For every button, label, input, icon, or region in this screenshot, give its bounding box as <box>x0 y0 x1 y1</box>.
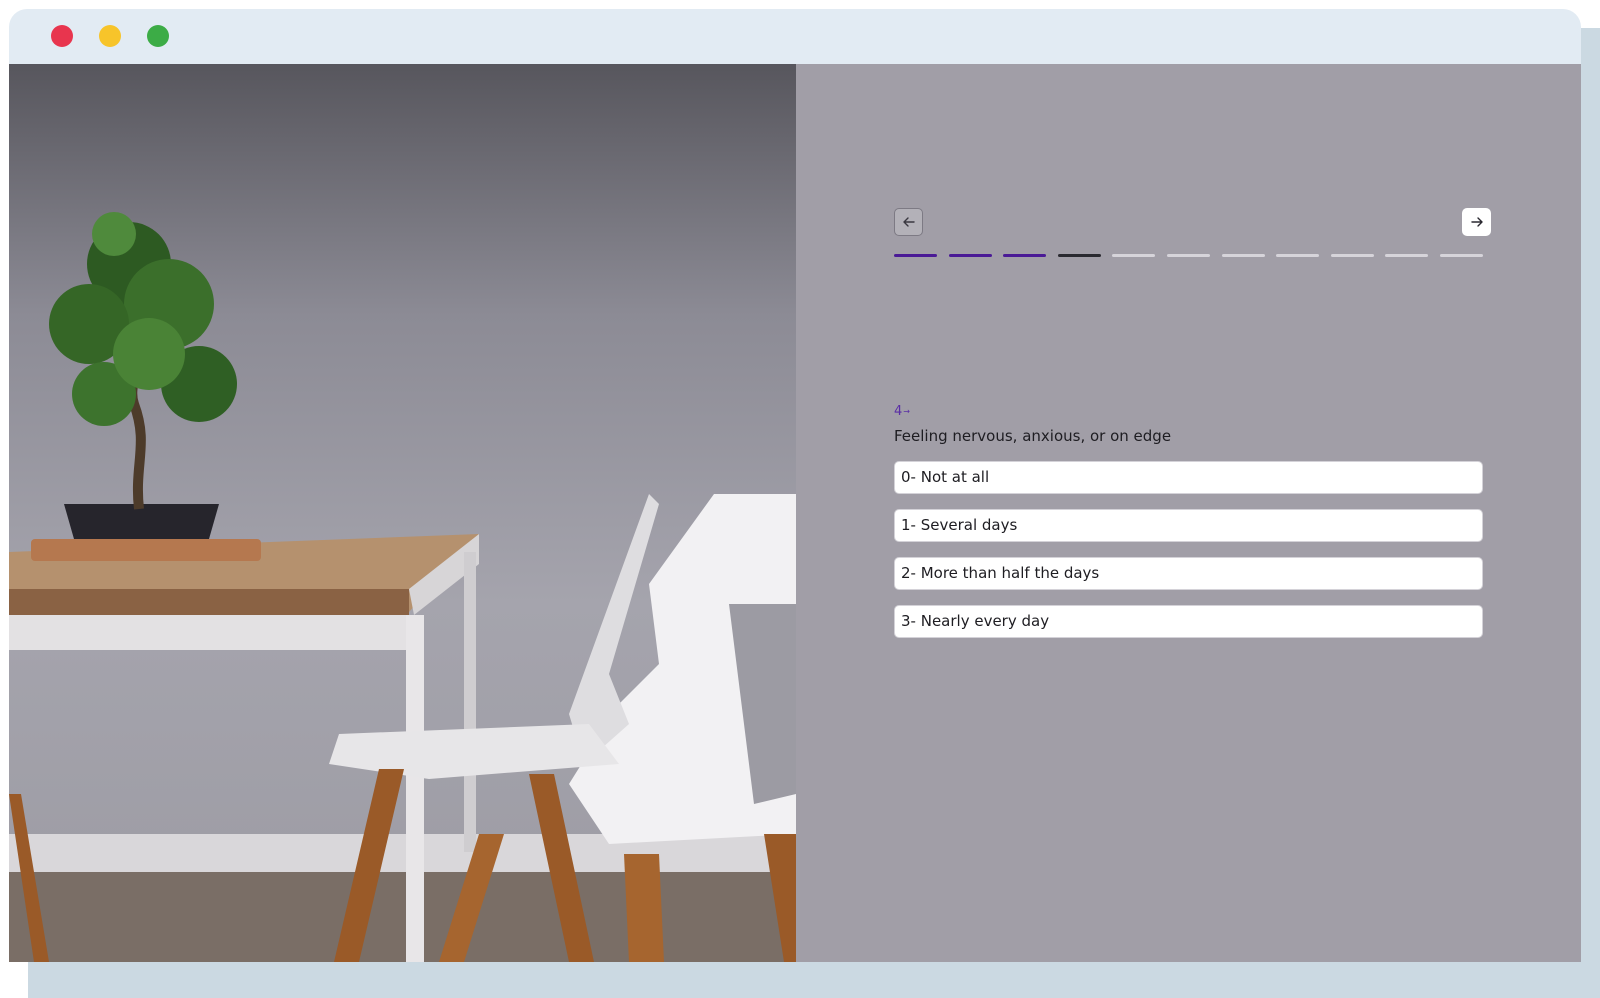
answer-option[interactable]: 3- Nearly every day <box>894 605 1483 638</box>
close-dot[interactable] <box>51 25 73 47</box>
answer-option[interactable]: 2- More than half the days <box>894 557 1483 590</box>
window-content: 4→ Feeling nervous, anxious, or on edge … <box>9 64 1581 962</box>
previous-question-button[interactable] <box>894 208 923 236</box>
progress-segment <box>949 254 992 257</box>
window-titlebar <box>9 9 1581 64</box>
progress-bar <box>894 254 1483 258</box>
progress-segment <box>894 254 937 257</box>
answer-option[interactable]: 0- Not at all <box>894 461 1483 494</box>
arrow-right-icon <box>1470 217 1483 227</box>
progress-segment <box>1112 254 1155 257</box>
question-number: 4→ <box>894 404 910 419</box>
progress-segment <box>1331 254 1374 257</box>
question-number-value: 4 <box>894 404 903 419</box>
hero-photo <box>9 64 796 962</box>
progress-segment <box>1167 254 1210 257</box>
browser-window: 4→ Feeling nervous, anxious, or on edge … <box>9 9 1581 962</box>
next-question-button[interactable] <box>1462 208 1491 236</box>
progress-segment <box>1003 254 1046 257</box>
minimize-dot[interactable] <box>99 25 121 47</box>
answer-option[interactable]: 1- Several days <box>894 509 1483 542</box>
progress-segment <box>1440 254 1483 257</box>
progress-segment <box>1385 254 1428 257</box>
question-text: Feeling nervous, anxious, or on edge <box>894 427 1172 445</box>
survey-panel: 4→ Feeling nervous, anxious, or on edge … <box>796 64 1581 962</box>
maximize-dot[interactable] <box>147 25 169 47</box>
progress-segment <box>1058 254 1101 257</box>
room-illustration <box>9 212 796 962</box>
arrow-left-icon <box>902 217 915 227</box>
progress-segment <box>1222 254 1265 257</box>
question-number-marker: → <box>903 407 910 416</box>
progress-segment <box>1276 254 1319 257</box>
